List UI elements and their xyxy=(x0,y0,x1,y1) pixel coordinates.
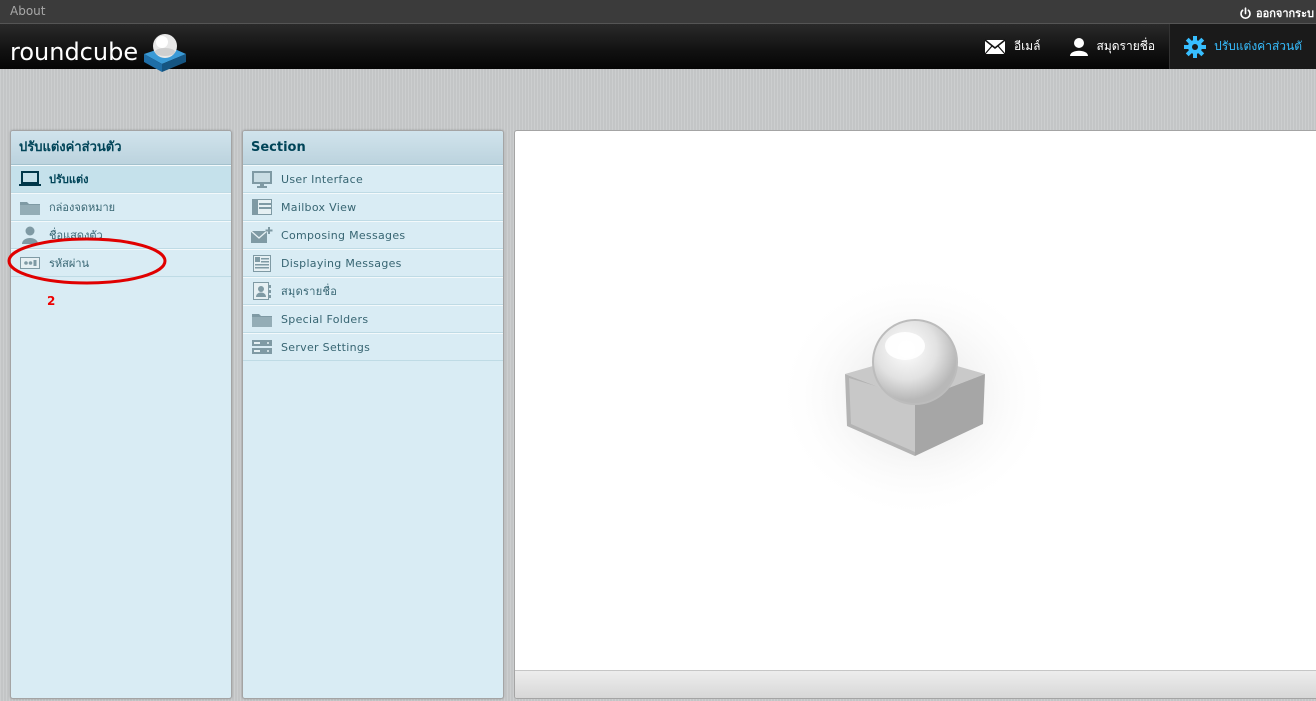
settings-item-label: รหัสผ่าน xyxy=(49,257,90,270)
logo-text: roundcube xyxy=(10,38,139,66)
annotation-number: 2 xyxy=(47,294,56,308)
display-messages-icon xyxy=(251,254,273,272)
logout-label: ออกจากระบ xyxy=(1256,7,1314,20)
task-contacts-label: สมุดรายชื่อ xyxy=(1096,39,1156,53)
addressbook-icon xyxy=(251,282,273,300)
settings-item-label: ปรับแต่ง xyxy=(49,173,89,186)
section-label: Server Settings xyxy=(281,340,371,354)
section-label: สมุดรายชื่อ xyxy=(281,285,338,298)
roundcube-logo[interactable]: roundcube xyxy=(10,30,190,74)
task-settings[interactable]: ปรับแต่งค่าส่วนตั xyxy=(1169,24,1316,69)
power-icon xyxy=(1240,6,1251,19)
settings-item-folders[interactable]: กล่องจดหมาย xyxy=(11,193,231,221)
password-icon xyxy=(19,254,41,272)
mailbox-view-icon xyxy=(251,198,273,216)
mail-icon xyxy=(984,38,1006,54)
task-contacts[interactable]: สมุดรายชื่อ xyxy=(1055,24,1170,69)
top-line-bar: About ออกจากระบ xyxy=(0,0,1316,24)
section-label: Displaying Messages xyxy=(281,256,402,270)
section-label: User Interface xyxy=(281,172,364,186)
section-label: Mailbox View xyxy=(281,200,357,214)
task-mail-label: อีเมล์ xyxy=(1013,39,1041,53)
settings-tabs-panel: ปรับแต่งค่าส่วนตัว ปรับแต่ง กล่องจดหมาย … xyxy=(10,130,232,699)
logout-button[interactable]: ออกจากระบ xyxy=(1239,4,1316,22)
section-addressbook[interactable]: สมุดรายชื่อ xyxy=(243,277,503,305)
section-composing-messages[interactable]: Composing Messages xyxy=(243,221,503,249)
compose-icon xyxy=(251,226,273,244)
section-label: Special Folders xyxy=(281,312,369,326)
taskbar: อีเมล์ สมุดรายชื่อ ปรับแต่งค่าส่วนตั xyxy=(970,24,1316,69)
server-icon xyxy=(251,338,273,356)
preferences-content-frame xyxy=(514,130,1316,699)
settings-item-password[interactable]: รหัสผ่าน xyxy=(11,249,231,277)
settings-item-label: กล่องจดหมาย xyxy=(49,201,116,214)
task-mail[interactable]: อีเมล์ xyxy=(970,24,1055,69)
settings-item-preferences[interactable]: ปรับแต่ง xyxy=(11,165,231,193)
settings-item-identities[interactable]: ชื่อแสดงตัว xyxy=(11,221,231,249)
task-settings-label: ปรับแต่งค่าส่วนตั xyxy=(1214,39,1302,53)
settings-gear-icon xyxy=(1184,35,1207,58)
folder-icon xyxy=(251,310,273,328)
section-special-folders[interactable]: Special Folders xyxy=(243,305,503,333)
section-mailbox-view[interactable]: Mailbox View xyxy=(243,193,503,221)
settings-item-label: ชื่อแสดงตัว xyxy=(49,229,103,242)
contacts-icon xyxy=(1069,37,1088,56)
section-label: Composing Messages xyxy=(281,228,406,242)
settings-panel-title: ปรับแต่งค่าส่วนตัว xyxy=(11,131,231,165)
section-server-settings[interactable]: Server Settings xyxy=(243,333,503,361)
folder-icon xyxy=(19,198,41,216)
about-link[interactable]: About xyxy=(10,4,45,18)
roundcube-cube-icon xyxy=(144,34,187,72)
monitor-icon xyxy=(19,170,41,188)
roundcube-watermark-icon xyxy=(775,271,1055,521)
section-user-interface[interactable]: User Interface xyxy=(243,165,503,193)
monitor-icon xyxy=(251,170,273,188)
sections-panel: Section User Interface Mailbox View Comp… xyxy=(242,130,504,699)
sections-panel-title: Section xyxy=(243,131,503,165)
content-footer-bar xyxy=(515,670,1316,698)
person-icon xyxy=(19,226,41,244)
header-bar: roundcube อีเมล์ สมุดรายชื่อ ปรับแต่งค่า… xyxy=(0,24,1316,72)
section-displaying-messages[interactable]: Displaying Messages xyxy=(243,249,503,277)
